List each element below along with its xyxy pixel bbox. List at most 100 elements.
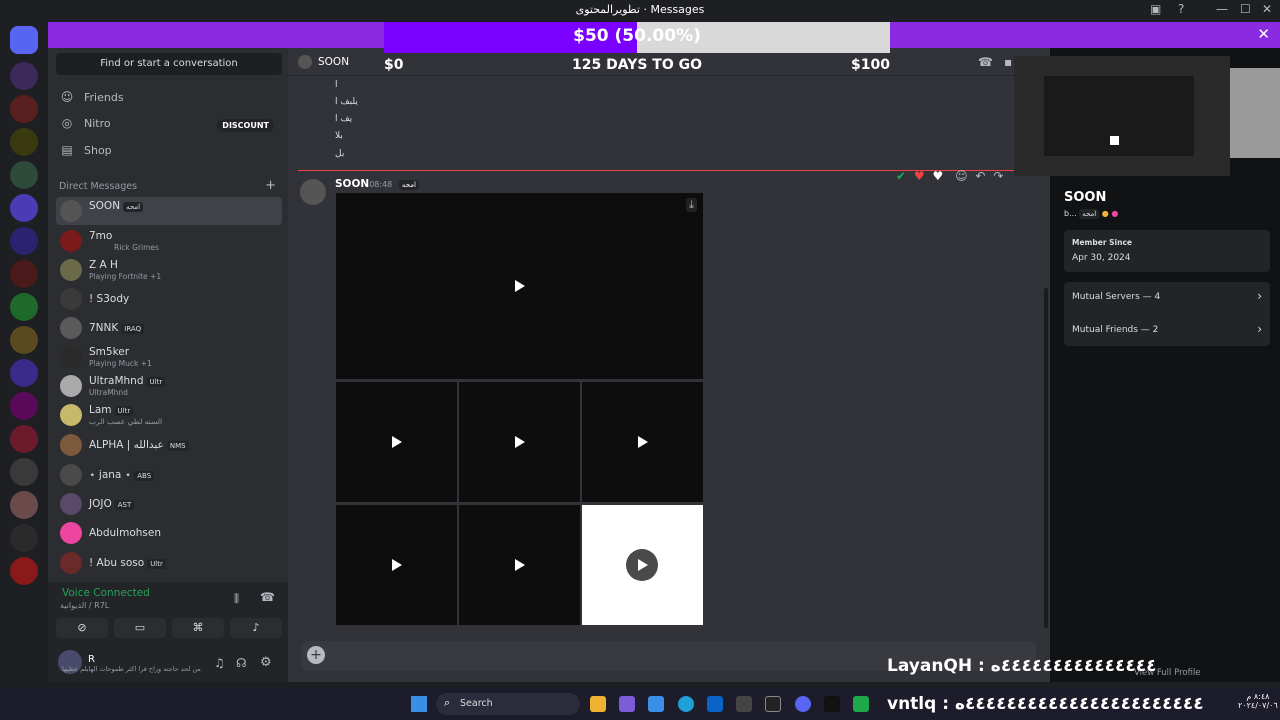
dm-item[interactable]: ! Abu soso Ultr (56, 549, 282, 577)
server-icon[interactable] (10, 524, 38, 552)
server-icon[interactable] (10, 194, 38, 222)
discord-taskbar-icon[interactable] (795, 696, 811, 712)
play-icon[interactable] (515, 436, 525, 448)
dm-item[interactable]: JOJO AST (56, 490, 282, 518)
server-icon[interactable] (10, 227, 38, 255)
maximize-button[interactable]: ☐ (1240, 2, 1251, 16)
avatar (60, 464, 82, 486)
server-icon[interactable] (10, 359, 38, 387)
nav-shop[interactable]: ▤ Shop (58, 139, 111, 161)
forward-icon[interactable]: ↷ (993, 169, 1003, 183)
server-icon[interactable] (10, 62, 38, 90)
taskbar-search[interactable]: ⌕ Search (436, 693, 580, 715)
file-explorer-icon[interactable] (590, 696, 606, 712)
video-attachment[interactable] (582, 505, 703, 625)
play-icon[interactable] (638, 559, 648, 571)
server-icon[interactable] (10, 458, 38, 486)
server-icon[interactable] (10, 326, 38, 354)
avatar[interactable] (300, 179, 326, 205)
help-icon[interactable]: ? (1178, 2, 1184, 16)
stream-chat-line: LayanQH : ٤٤٤٤٤٤٤٤٤٤٤٤٤٤٤ه (887, 656, 1157, 676)
settings-icon[interactable]: ⚙ (260, 655, 272, 670)
play-icon[interactable] (515, 559, 525, 571)
chevron-right-icon[interactable]: › (1257, 322, 1262, 336)
inbox-icon[interactable]: ▣ (1150, 2, 1161, 16)
server-icon[interactable] (10, 95, 38, 123)
dm-item[interactable]: UltraMhnd Ultr UltraMhnd (56, 372, 282, 400)
server-icon[interactable] (10, 260, 38, 288)
window-title: تطويرالمحتوى · Messages (575, 3, 705, 16)
server-icon[interactable] (10, 491, 38, 519)
dm-item[interactable]: Abdulmohsen (56, 519, 282, 547)
heart-reaction-icon[interactable]: ♥ (914, 169, 925, 183)
server-icon[interactable] (10, 425, 38, 453)
video-call-icon[interactable]: ▪ (1004, 55, 1012, 69)
outlook-icon[interactable] (707, 696, 723, 712)
play-icon[interactable] (392, 436, 402, 448)
video-attachment[interactable] (336, 382, 457, 502)
start-icon[interactable] (411, 696, 427, 712)
dm-item[interactable]: 7NNK IRAQ (56, 314, 282, 342)
app-icon[interactable] (853, 696, 869, 712)
tiktok-icon[interactable] (824, 696, 840, 712)
server-icon[interactable] (10, 128, 38, 156)
dm-item[interactable]: SOON امحه (56, 197, 282, 225)
disconnect-icon[interactable]: ☎ (260, 590, 275, 604)
screen-share-button[interactable]: ▭ (114, 618, 166, 638)
voice-channel[interactable]: الديوانية / R7L (60, 601, 109, 610)
store-icon[interactable] (648, 696, 664, 712)
video-attachment[interactable] (582, 382, 703, 502)
dm-item[interactable]: Sm5ker Playing Muck +1 (56, 343, 282, 371)
dm-item[interactable]: Lam Ultr السنه لطي عصب الرب (56, 401, 282, 429)
dm-item[interactable]: ! S3ody (56, 285, 282, 313)
member-since-date: Apr 30, 2024 (1072, 253, 1131, 263)
mic-icon[interactable]: ♫ (214, 656, 225, 670)
noise-icon[interactable]: ⫼ (234, 592, 239, 606)
copilot-icon[interactable] (619, 696, 635, 712)
camera-off-button[interactable]: ⊘ (56, 618, 108, 638)
check-reaction-icon[interactable]: ✔ (896, 169, 906, 183)
message-author[interactable]: SOON امحه 08:48 (335, 178, 419, 190)
minimize-button[interactable]: — (1216, 2, 1228, 16)
reply-icon[interactable]: ↶ (975, 169, 985, 183)
close-window-button[interactable]: ✕ (1262, 2, 1272, 16)
mutual-friends[interactable]: Mutual Friends — 2 (1072, 325, 1158, 335)
mutual-servers[interactable]: Mutual Servers — 4 (1072, 292, 1160, 302)
activity-button[interactable]: ⌘ (172, 618, 224, 638)
add-attachment-icon[interactable]: + (307, 646, 325, 664)
headphones-icon[interactable]: ☊ (236, 656, 247, 670)
soundboard-button[interactable]: ♪ (230, 618, 282, 638)
server-icon[interactable] (10, 161, 38, 189)
find-conversation-input[interactable]: Find or start a conversation (56, 53, 282, 75)
server-icon[interactable] (10, 557, 38, 585)
call-icon[interactable]: ☎ (978, 55, 993, 69)
dm-item[interactable]: Z A H Playing Fortnite +1 (56, 256, 282, 284)
nav-friends[interactable]: ☺ Friends (58, 86, 124, 108)
dm-item[interactable]: ⋆ jana ⋆ ABS (56, 461, 282, 489)
download-icon[interactable]: ⤓ (686, 198, 697, 212)
play-icon[interactable] (638, 436, 648, 448)
app-icon[interactable] (765, 696, 781, 712)
close-icon[interactable]: ✕ (1257, 25, 1270, 43)
video-attachment[interactable]: ⤓ (336, 193, 703, 379)
video-attachment[interactable] (459, 505, 580, 625)
chevron-right-icon[interactable]: › (1257, 289, 1262, 303)
dm-item[interactable]: 7mo Rick Grimes (56, 227, 282, 255)
dm-item[interactable]: ALPHA | عبدالله NMS (56, 431, 282, 459)
play-icon[interactable] (392, 559, 402, 571)
play-icon[interactable] (515, 280, 525, 292)
clock[interactable]: ٨:٤٨ م ٢٠٢٤/٠٧/٠٦ (1238, 692, 1278, 710)
video-attachment[interactable] (459, 382, 580, 502)
settings-app-icon[interactable] (736, 696, 752, 712)
nav-nitro[interactable]: ◎ Nitro (58, 112, 111, 134)
server-icon[interactable] (10, 392, 38, 420)
play-button-bg[interactable] (626, 549, 658, 581)
scrollbar[interactable] (1044, 288, 1048, 628)
server-icon[interactable] (10, 293, 38, 321)
discord-home-icon[interactable] (10, 26, 38, 54)
add-dm-icon[interactable]: + (265, 178, 276, 193)
edge-icon[interactable] (678, 696, 694, 712)
add-reaction-icon[interactable]: ☺ (955, 169, 968, 183)
video-attachment[interactable] (336, 505, 457, 625)
white-heart-icon[interactable]: ♥ (932, 169, 943, 183)
